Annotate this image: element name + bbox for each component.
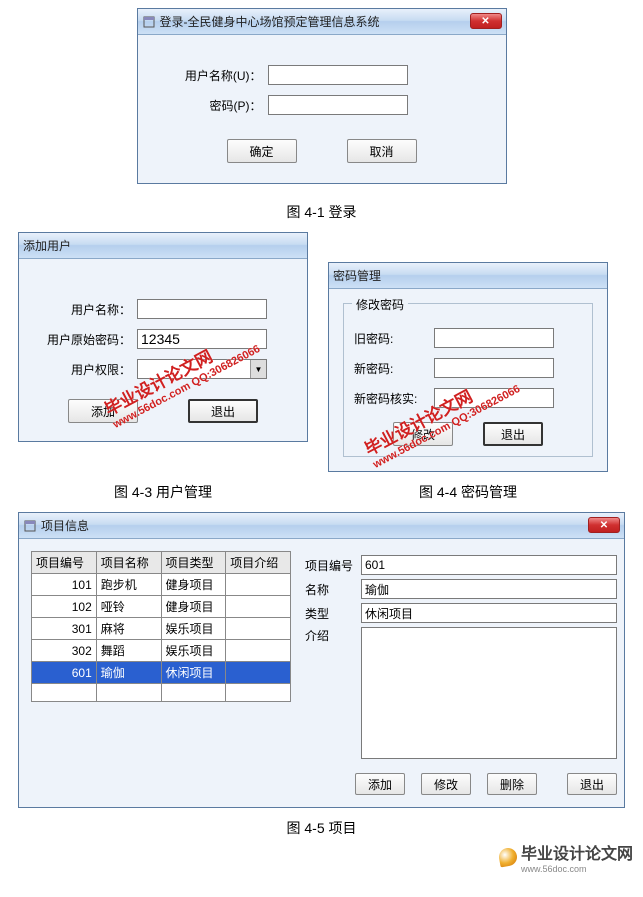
footer-logo: 毕业设计论文网 www.56doc.com xyxy=(499,840,633,874)
table-row[interactable]: 302 舞蹈 娱乐项目 xyxy=(32,640,291,662)
pwdmgr-titlebar: 密码管理 xyxy=(329,263,607,289)
project-delete-button[interactable]: 删除 xyxy=(487,773,537,795)
confirmpwd-label: 新密码核实: xyxy=(354,390,434,407)
table-header-row: 项目编号 项目名称 项目类型 项目介绍 xyxy=(32,552,291,574)
adduser-title: 添加用户 xyxy=(23,237,71,254)
window-icon xyxy=(142,15,156,29)
pwdmgr-modify-button[interactable]: 修改 xyxy=(393,422,453,446)
adduser-pwd-label: 用户原始密码： xyxy=(37,331,137,348)
detail-type-label: 类型 xyxy=(305,605,355,622)
cancel-button[interactable]: 取消 xyxy=(347,139,417,163)
project-window: 项目信息 ✕ 项目编号 项目名称 项目类型 项目介绍 xyxy=(18,512,625,808)
project-exit-button[interactable]: 退出 xyxy=(567,773,617,795)
adduser-priv-label: 用户权限： xyxy=(37,361,137,378)
adduser-titlebar: 添加用户 xyxy=(19,233,307,259)
table-row[interactable]: 301 麻将 娱乐项目 xyxy=(32,618,291,640)
oldpwd-label: 旧密码: xyxy=(354,330,434,347)
table-row[interactable]: 601 瑜伽 休闲项目 xyxy=(32,662,291,684)
group-title: 修改密码 xyxy=(352,296,408,313)
password-input[interactable] xyxy=(268,95,408,115)
project-caption: 图 4-5 项目 xyxy=(0,818,643,838)
newpwd-input[interactable] xyxy=(434,358,554,378)
table-row[interactable]: 101 跑步机 健身项目 xyxy=(32,574,291,596)
username-input[interactable] xyxy=(268,65,408,85)
pwdmgr-exit-button[interactable]: 退出 xyxy=(483,422,543,446)
adduser-caption: 图 4-3 用户管理 xyxy=(18,482,308,502)
adduser-name-label: 用户名称： xyxy=(37,301,137,318)
detail-name-input[interactable] xyxy=(361,579,617,599)
close-button[interactable]: ✕ xyxy=(588,517,620,533)
table-row xyxy=(32,684,291,702)
pwdmgr-caption: 图 4-4 密码管理 xyxy=(328,482,608,502)
detail-name-label: 名称 xyxy=(305,581,355,598)
logo-icon xyxy=(498,847,519,868)
pwdmgr-window: 密码管理 修改密码 旧密码: 新密码: 新密码核实: 修改 xyxy=(328,262,608,472)
project-table[interactable]: 项目编号 项目名称 项目类型 项目介绍 101 跑步机 健身项目 xyxy=(31,551,291,702)
login-titlebar: 登录-全民健身中心场馆预定管理信息系统 ✕ xyxy=(138,9,506,35)
project-add-button[interactable]: 添加 xyxy=(355,773,405,795)
detail-intro-textarea[interactable] xyxy=(361,627,617,759)
adduser-name-input[interactable] xyxy=(137,299,267,319)
login-caption: 图 4-1 登录 xyxy=(0,202,643,222)
username-label: 用户名称(U)： xyxy=(168,67,268,84)
adduser-priv-select[interactable]: ▼ xyxy=(137,359,267,379)
change-pwd-group: 修改密码 旧密码: 新密码: 新密码核实: 修改 退出 xyxy=(343,303,593,457)
chevron-down-icon: ▼ xyxy=(250,360,266,378)
project-modify-button[interactable]: 修改 xyxy=(421,773,471,795)
login-window: 登录-全民健身中心场馆预定管理信息系统 ✕ 用户名称(U)： 密码(P)： 确定… xyxy=(137,8,507,184)
ok-button[interactable]: 确定 xyxy=(227,139,297,163)
confirmpwd-input[interactable] xyxy=(434,388,554,408)
password-label: 密码(P)： xyxy=(168,97,268,114)
oldpwd-input[interactable] xyxy=(434,328,554,348)
adduser-add-button[interactable]: 添加 xyxy=(68,399,138,423)
detail-intro-label: 介绍 xyxy=(305,627,355,644)
table-row[interactable]: 102 哑铃 健身项目 xyxy=(32,596,291,618)
adduser-window: 添加用户 用户名称： 用户原始密码： 用户权限： ▼ 添加 退出 xyxy=(18,232,308,442)
project-titlebar: 项目信息 ✕ xyxy=(19,513,624,539)
detail-id-label: 项目编号 xyxy=(305,557,355,574)
detail-type-input[interactable] xyxy=(361,603,617,623)
window-icon xyxy=(23,519,37,533)
select-value xyxy=(138,360,250,378)
adduser-pwd-input[interactable] xyxy=(137,329,267,349)
pwdmgr-title: 密码管理 xyxy=(333,267,381,284)
newpwd-label: 新密码: xyxy=(354,360,434,377)
login-title: 登录-全民健身中心场馆预定管理信息系统 xyxy=(160,13,380,30)
close-button[interactable]: ✕ xyxy=(470,13,502,29)
detail-id-input[interactable] xyxy=(361,555,617,575)
adduser-exit-button[interactable]: 退出 xyxy=(188,399,258,423)
project-title: 项目信息 xyxy=(41,517,89,534)
